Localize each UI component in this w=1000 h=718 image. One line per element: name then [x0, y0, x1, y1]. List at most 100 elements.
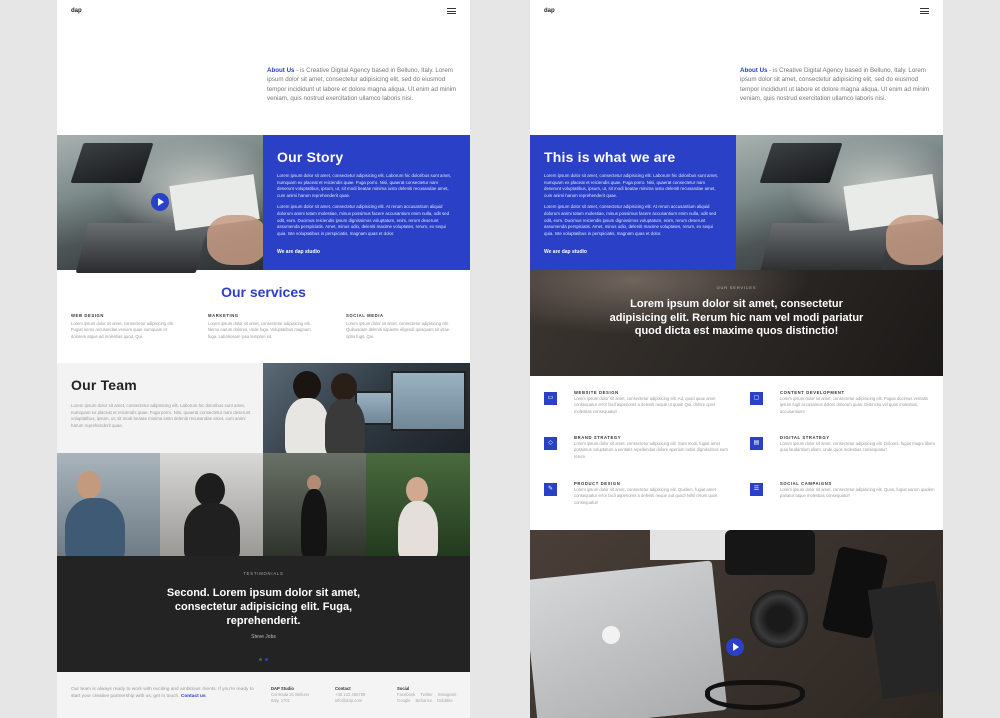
- feature-text: Lorem ipsum dolor sit amet, consectetur …: [574, 487, 718, 505]
- person-body: [65, 498, 125, 556]
- feature-text: Lorem ipsum dolor sit amet, consectetur …: [780, 396, 929, 414]
- person-head: [406, 477, 428, 503]
- story-paragraph-1: Lorem ipsum dolor sit amet, consectetur …: [277, 173, 452, 198]
- feature-item: ☰ SOCIAL CAMPAIGNS Lorem ipsum dolor sit…: [750, 481, 935, 515]
- play-icon[interactable]: [726, 638, 744, 656]
- team-text: Lorem ipsum dolor sit amet, consectetur …: [71, 403, 251, 428]
- about-text: About Us - is Creative Digital Agency ba…: [740, 66, 930, 103]
- laptop-shape: [70, 143, 154, 183]
- monitor-shape: [391, 371, 466, 431]
- footer-intro-text: Our team is always ready to work with ex…: [71, 687, 254, 700]
- social-icon: ☰: [750, 483, 763, 496]
- story-link[interactable]: We are dap studio: [277, 249, 456, 255]
- hand-shape: [886, 215, 943, 265]
- person-head: [293, 371, 321, 401]
- service-heading: SOCIAL MEDIA: [346, 313, 384, 318]
- what-title: This is what we are: [544, 149, 676, 165]
- page-a: dap About Us - is Creative Digital Agenc…: [57, 0, 470, 718]
- slider-dot[interactable]: [259, 658, 263, 661]
- feature-item: ▤ DIGITAL STRATEGY Lorem ipsum dolor sit…: [750, 435, 935, 469]
- about-label[interactable]: About Us: [740, 67, 768, 74]
- feature-text: Lorem ipsum dolor sit amet, consectetur …: [780, 487, 935, 499]
- footer-studio: DAP Studio Contrada 31 Belluno Italy, 17…: [271, 686, 309, 705]
- story-block: Our Story Lorem ipsum dolor sit amet, co…: [263, 135, 470, 270]
- service-column: SOCIAL MEDIA Lorem ipsum dolor sit amet,…: [346, 313, 456, 340]
- testimonial-block: TESTIMONIALS Second. Lorem ipsum dolor s…: [57, 556, 470, 672]
- feature-heading: CONTENT DEVELOPMENT: [780, 390, 845, 395]
- service-text: Lorem ipsum dolor sit amet, consectetur …: [208, 321, 311, 339]
- logo[interactable]: dap: [544, 8, 555, 14]
- tablet-shape: [650, 530, 735, 560]
- service-text: Lorem ipsum dolor sit amet, consectetur …: [71, 321, 174, 339]
- testimonial-author: Steve Jobs: [251, 634, 276, 640]
- services-label: OUR SERVICES: [716, 285, 757, 290]
- digital-icon: ▤: [750, 437, 763, 450]
- camera-shape: [725, 530, 815, 575]
- camera-lens-shape: [750, 590, 808, 648]
- feature-text: Lorem ipsum dolor sit amet, consectetur …: [780, 441, 936, 453]
- desk-photo: [736, 135, 943, 273]
- person-head: [77, 471, 101, 499]
- team-portrait[interactable]: [263, 453, 366, 556]
- testimonial-quote: Second. Lorem ipsum dolor sit amet, cons…: [166, 587, 361, 627]
- story-paragraph-2: Lorem ipsum dolor sit amet, consectetur …: [277, 204, 450, 236]
- service-column: MARKETING Lorem ipsum dolor sit amet, co…: [208, 313, 318, 340]
- brand-icon: ◇: [544, 437, 557, 450]
- logo[interactable]: dap: [71, 8, 82, 14]
- footer-social: Social Facebook Twitter Instagram Google…: [397, 686, 465, 705]
- about-body: - is Creative Digital Agency based in Be…: [740, 67, 930, 102]
- about-body: - is Creative Digital Agency based in Be…: [267, 67, 457, 102]
- slider-dots: [57, 648, 470, 666]
- team-portrait[interactable]: [366, 453, 470, 556]
- person-body: [398, 501, 438, 556]
- what-paragraph-2: Lorem ipsum dolor sit amet, consectetur …: [544, 204, 717, 236]
- contact-link[interactable]: Contact us: [181, 694, 206, 699]
- service-column: WEB DESIGN Lorem ipsum dolor sit amet, c…: [71, 313, 181, 340]
- apple-logo-shape: [602, 626, 620, 644]
- product-icon: ✎: [544, 483, 557, 496]
- play-icon[interactable]: [151, 193, 169, 211]
- feature-item: ◇ BRAND STRATEGY Lorem ipsum dolor sit a…: [544, 435, 729, 469]
- story-title: Our Story: [277, 149, 344, 165]
- social-link[interactable]: Dribbble: [437, 698, 453, 704]
- website-icon: ▭: [544, 392, 557, 405]
- social-link[interactable]: Behance: [416, 698, 433, 704]
- page-b: dap About Us - is Creative Digital Agenc…: [530, 0, 943, 718]
- feature-heading: BRAND STRATEGY: [574, 435, 622, 440]
- service-text: Lorem ipsum dolor sit amet, consectetur …: [346, 321, 450, 339]
- menu-icon[interactable]: [447, 8, 456, 15]
- gear-photo: [530, 530, 943, 718]
- about-label[interactable]: About Us: [267, 67, 295, 74]
- what-block: This is what we are Lorem ipsum dolor si…: [530, 135, 736, 270]
- slider-dot-active[interactable]: [264, 658, 268, 661]
- hand-shape: [207, 215, 267, 265]
- footer-contact: Contact +39 123 456789 info@dap.com: [335, 686, 365, 705]
- person-body: [325, 399, 365, 457]
- feature-item: ✎ PRODUCT DESIGN Lorem ipsum dolor sit a…: [544, 481, 729, 515]
- notebook-shape: [867, 580, 943, 700]
- laptop-shape: [75, 223, 209, 273]
- team-portrait[interactable]: [160, 453, 263, 556]
- footer: Our team is always ready to work with ex…: [57, 672, 470, 718]
- feature-item: ▭ WEBSITE DESIGN Lorem ipsum dolor sit a…: [544, 390, 729, 424]
- menu-icon[interactable]: [920, 8, 929, 15]
- team-block: Our Team Lorem ipsum dolor sit amet, con…: [57, 363, 263, 453]
- story-photo: [57, 135, 267, 273]
- laptop-shape: [759, 143, 843, 183]
- service-heading: WEB DESIGN: [71, 313, 104, 318]
- laptop-shape: [759, 223, 893, 273]
- person-body: [184, 503, 240, 556]
- laptop-shape: [530, 560, 728, 718]
- feature-item: ▢ CONTENT DEVELOPMENT Lorem ipsum dolor …: [750, 390, 935, 424]
- team-portrait[interactable]: [57, 453, 160, 556]
- what-link[interactable]: We are dap studio: [544, 249, 722, 255]
- services-title: Our services: [221, 284, 306, 300]
- feature-text: Lorem ipsum dolor sit amet, consectetur …: [574, 441, 728, 459]
- footer-line[interactable]: info@dap.com: [335, 698, 365, 704]
- person-body: [285, 398, 329, 458]
- social-link[interactable]: Google: [397, 698, 411, 704]
- footer-line: Italy, 1701: [271, 698, 291, 704]
- testimonial-label: TESTIMONIALS: [243, 571, 284, 576]
- team-title: Our Team: [71, 377, 137, 393]
- person-head: [195, 473, 225, 507]
